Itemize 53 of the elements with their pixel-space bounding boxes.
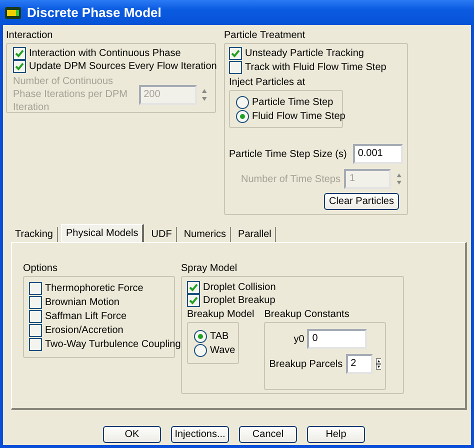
radio-button[interactable]: [194, 344, 207, 356]
app-icon: [5, 6, 21, 18]
radio-label: Fluid Flow Time Step: [252, 110, 346, 122]
group-title: Options: [23, 262, 58, 275]
field-label: Particle Time Step Size (s): [229, 148, 347, 160]
checkbox-label: Saffman Lift Force: [45, 310, 127, 322]
checkbox-label: Update DPM Sources Every Flow Iteration: [29, 61, 217, 72]
checkbox[interactable]: [29, 296, 42, 308]
checkbox[interactable]: [29, 338, 42, 350]
tab[interactable]: Physical Models: [60, 224, 144, 242]
checkbox[interactable]: [229, 46, 242, 60]
dialog-button[interactable]: OK: [103, 426, 161, 443]
checkbox[interactable]: [13, 60, 26, 73]
field-label: Breakup Parcels: [269, 358, 343, 370]
checkbox-label: Track with Fluid Flow Time Step: [245, 62, 386, 72]
group-title: Inject Particles at: [229, 76, 306, 89]
checkbox-label: Unsteady Particle Tracking: [245, 48, 364, 58]
group-title: Interaction: [6, 29, 54, 42]
field-label: Number of Continuous Phase Iterations per DPM Iteration: [13, 75, 128, 114]
field-label: y0: [294, 334, 304, 344]
input-field[interactable]: 0.001: [352, 144, 403, 164]
radio-label: Wave: [210, 344, 236, 356]
checkbox-label: Thermophoretic Force: [45, 282, 144, 294]
dialog-button[interactable]: Cancel: [239, 426, 297, 443]
field-label: Number of Time Steps: [241, 174, 340, 184]
dialog-button[interactable]: Injections...: [171, 426, 229, 443]
radio-button[interactable]: [236, 110, 249, 122]
radio-button[interactable]: [194, 330, 207, 342]
window-title: Discrete Phase Model: [27, 5, 162, 20]
input-field[interactable]: 0: [307, 329, 368, 349]
checkbox[interactable]: [29, 310, 42, 322]
checkbox-label: Erosion/Accretion: [45, 324, 124, 336]
checkbox[interactable]: [13, 47, 26, 60]
group-title: Breakup Constants: [264, 308, 350, 321]
checkbox-label: Droplet Breakup: [203, 295, 276, 306]
checkbox-label: Droplet Collision: [203, 282, 276, 293]
group-title: Breakup Model: [187, 308, 254, 321]
checkbox[interactable]: [29, 324, 42, 336]
radio-label: TAB: [210, 330, 229, 342]
checkbox-label: Two-Way Turbulence Coupling: [45, 338, 181, 350]
checkbox[interactable]: [229, 60, 242, 74]
input-field[interactable]: 2: [346, 354, 373, 374]
checkbox[interactable]: [187, 281, 200, 294]
clear-particles-button[interactable]: Clear Particles: [324, 193, 399, 210]
checkbox-label: Brownian Motion: [45, 296, 120, 308]
checkbox[interactable]: [187, 294, 200, 307]
radio-label: Particle Time Step: [252, 96, 334, 108]
radio-button[interactable]: [236, 96, 249, 108]
group-title: Particle Treatment: [224, 29, 306, 42]
checkbox-label: Interaction with Continuous Phase: [29, 48, 181, 59]
group-title: Spray Model: [181, 262, 238, 275]
dialog-button[interactable]: Help: [307, 426, 365, 443]
checkbox[interactable]: [29, 282, 42, 294]
